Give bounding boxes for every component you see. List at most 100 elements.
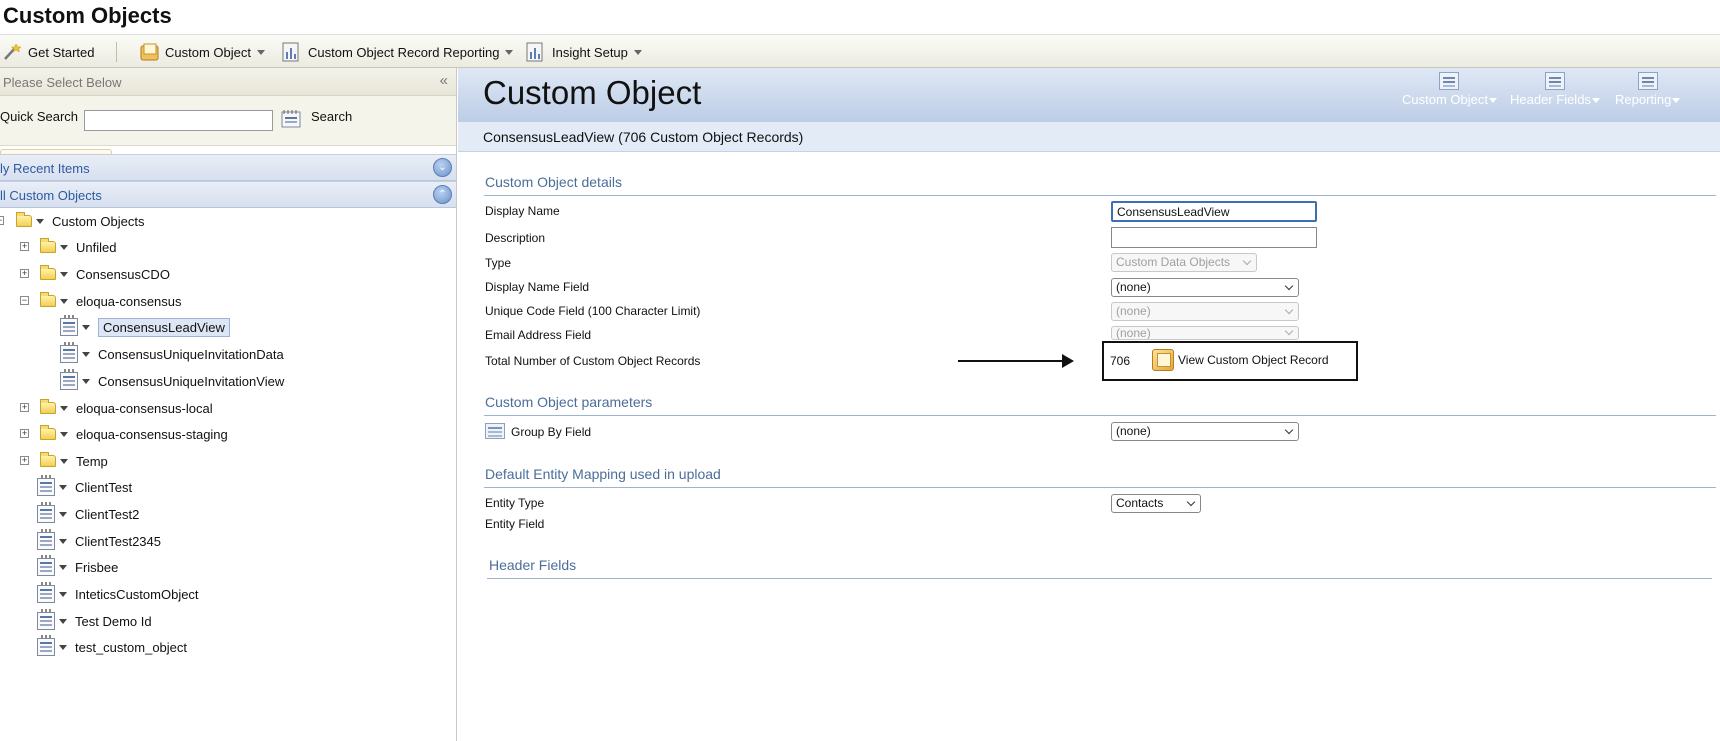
tree-node[interactable]: ConsensusUniqueInvitationData: [60, 342, 284, 366]
tree-node-label: InteticsCustomObject: [75, 586, 199, 602]
tree-root[interactable]: − Custom Objects: [0, 209, 144, 233]
get-started-button[interactable]: Get Started: [2, 35, 94, 69]
chevron-down-icon[interactable]: [59, 538, 67, 544]
tree-node[interactable]: ClientTest2: [37, 502, 139, 526]
chevron-down-icon[interactable]: [60, 298, 68, 304]
chevron-down-icon[interactable]: [59, 591, 67, 597]
recent-items-label: ly Recent Items: [0, 161, 90, 176]
view-records-link[interactable]: View Custom Object Record: [1152, 349, 1329, 371]
tree-node[interactable]: ClientTest: [37, 475, 132, 499]
tree-node[interactable]: Frisbee: [37, 555, 118, 579]
chevron-down-icon[interactable]: [60, 431, 68, 437]
custom-object-menu[interactable]: Custom Object: [139, 35, 265, 69]
chevron-down-icon: [1672, 98, 1681, 104]
quick-search-input[interactable]: [84, 110, 273, 131]
report-icon: [1637, 72, 1658, 90]
chevron-down-icon[interactable]: [60, 271, 68, 277]
chevron-down-icon[interactable]: [60, 458, 68, 464]
tree-node-label: eloqua-consensus-local: [76, 400, 213, 416]
custom-object-icon: [37, 475, 55, 496]
chevron-down-icon[interactable]: [82, 378, 90, 384]
tree-node[interactable]: InteticsCustomObject: [37, 582, 199, 606]
custom-object-icon: [37, 555, 55, 576]
chevron-down-icon: [1591, 98, 1600, 104]
section-divider: [484, 195, 1716, 196]
tree-node[interactable]: − eloqua-consensus: [20, 289, 182, 313]
type-select-value: Custom Data Objects: [1116, 255, 1231, 269]
highlight-box: 706 View Custom Object Record: [1102, 341, 1358, 381]
chevron-down-icon[interactable]: [59, 644, 67, 650]
tree-node[interactable]: test_custom_object: [37, 635, 187, 659]
tree-node-label: Custom Objects: [52, 213, 145, 229]
expand-circle-icon[interactable]: ⌄: [433, 158, 452, 177]
display-name-field-select[interactable]: (none): [1111, 278, 1299, 297]
chevron-down-icon[interactable]: [36, 218, 44, 224]
main-panel: Custom Object Custom Object Header Field…: [458, 68, 1720, 741]
tree-node[interactable]: + ConsensusCDO: [20, 262, 170, 286]
section-divider: [487, 578, 1712, 579]
all-objects-accordion[interactable]: ll Custom Objects ⌃: [0, 181, 456, 208]
collapse-icon[interactable]: −: [0, 216, 4, 225]
chevron-down-icon[interactable]: [60, 244, 68, 250]
chevron-down-icon: [1284, 425, 1294, 435]
expand-icon[interactable]: +: [20, 456, 29, 465]
tree-node[interactable]: ClientTest2345: [37, 529, 161, 553]
record-reporting-menu[interactable]: Custom Object Record Reporting: [282, 35, 514, 69]
email-field-select: (none): [1111, 326, 1299, 340]
app-title: Custom Objects: [3, 3, 172, 28]
tree-node[interactable]: Test Demo Id: [37, 609, 152, 633]
chevron-down-icon: [505, 49, 514, 55]
chevron-down-icon[interactable]: [82, 324, 90, 330]
entity-type-label: Entity Type: [485, 496, 545, 510]
custom-object-icon: [37, 635, 55, 656]
tree-node[interactable]: + Temp: [20, 449, 108, 473]
header-button-label: Reporting: [1615, 92, 1672, 107]
recent-items-accordion[interactable]: ly Recent Items ⌄: [0, 154, 456, 181]
collapse-circle-icon[interactable]: ⌃: [433, 185, 452, 204]
chevron-down-icon[interactable]: [59, 484, 67, 490]
collapse-panel-icon[interactable]: «: [440, 72, 448, 89]
description-input[interactable]: [1111, 227, 1317, 248]
chevron-down-icon[interactable]: [59, 511, 67, 517]
reporting-button[interactable]: Reporting: [1615, 72, 1681, 107]
search-icon[interactable]: [281, 109, 303, 134]
chevron-down-icon[interactable]: [60, 405, 68, 411]
panel-header-title: Please Select Below: [3, 75, 122, 90]
tree-node[interactable]: + eloqua-consensus-local: [20, 396, 213, 420]
tree-node-label: ConsensusUniqueInvitationView: [98, 373, 285, 389]
tree-node[interactable]: + Unfiled: [20, 235, 116, 259]
unique-code-label: Unique Code Field (100 Character Limit): [485, 304, 701, 318]
chevron-down-icon[interactable]: [59, 618, 67, 624]
group-by-value: (none): [1116, 424, 1151, 438]
chevron-down-icon[interactable]: [59, 564, 67, 570]
expand-icon[interactable]: +: [20, 269, 29, 278]
expand-icon[interactable]: +: [20, 242, 29, 251]
display-name-field-value: (none): [1116, 280, 1151, 294]
custom-object-header-button[interactable]: Custom Object: [1402, 72, 1497, 107]
cube-icon: [1152, 349, 1174, 371]
tree-node[interactable]: + eloqua-consensus-staging: [20, 422, 228, 446]
search-button[interactable]: Search: [311, 109, 352, 124]
tree-node-label: ConsensusLeadView: [98, 317, 230, 337]
collapse-icon[interactable]: −: [20, 296, 29, 305]
entity-field-label: Entity Field: [485, 517, 545, 531]
tree-node-selected[interactable]: ConsensusLeadView: [60, 315, 230, 339]
insight-setup-menu[interactable]: Insight Setup: [526, 35, 642, 69]
app-title-bar: Custom Objects: [0, 0, 1720, 34]
custom-object-icon: [37, 582, 55, 603]
header-fields-button[interactable]: Header Fields: [1510, 72, 1600, 107]
description-label: Description: [485, 231, 546, 245]
quick-search: Quick Search Search: [0, 96, 456, 146]
section-divider: [484, 487, 1716, 488]
display-name-input[interactable]: [1111, 201, 1317, 222]
group-by-select[interactable]: (none): [1111, 422, 1299, 441]
expand-icon[interactable]: +: [20, 403, 29, 412]
chevron-down-icon[interactable]: [82, 351, 90, 357]
chevron-down-icon: [1284, 281, 1294, 291]
report-icon: [526, 42, 544, 62]
tree-node[interactable]: ConsensusUniqueInvitationView: [60, 369, 284, 393]
tree-node-label: Test Demo Id: [75, 613, 152, 629]
expand-icon[interactable]: +: [20, 429, 29, 438]
display-name-label: Display Name: [485, 204, 560, 218]
entity-type-select[interactable]: Contacts: [1111, 494, 1201, 513]
